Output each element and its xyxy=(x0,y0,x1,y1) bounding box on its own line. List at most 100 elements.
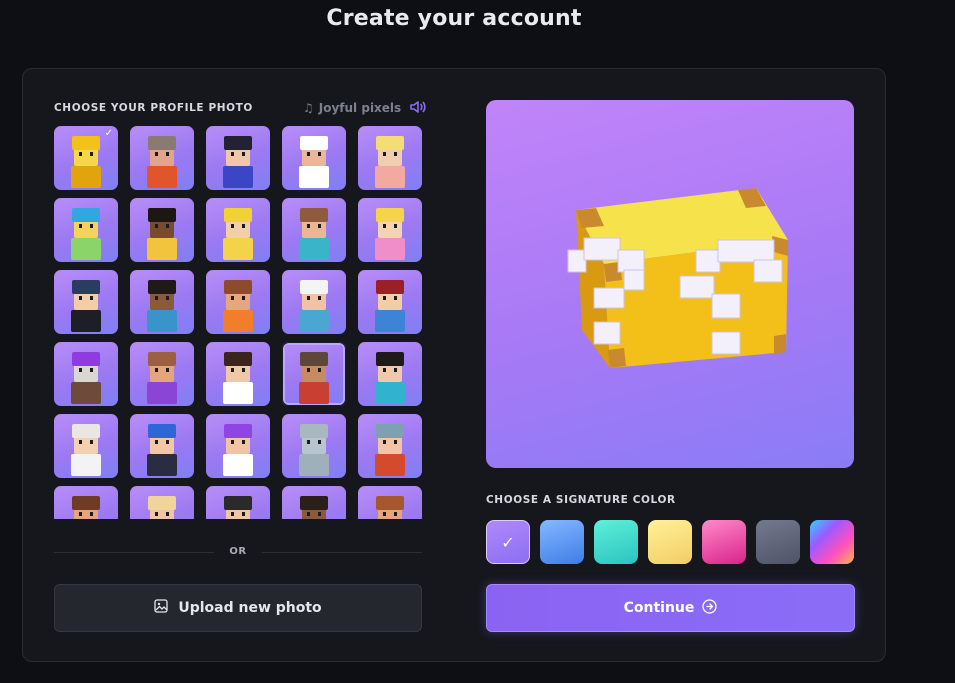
avatar-eye xyxy=(383,224,386,228)
swatch-pink[interactable] xyxy=(702,520,746,564)
avatar-eye xyxy=(79,224,82,228)
avatar-body xyxy=(223,382,253,404)
avatar-body xyxy=(71,238,101,260)
avatar-eye xyxy=(155,368,158,372)
avatar-chef[interactable] xyxy=(282,126,346,190)
avatar-princess[interactable] xyxy=(358,198,422,262)
avatar-body xyxy=(147,166,177,188)
swatch-blue[interactable] xyxy=(540,520,584,564)
avatar-body xyxy=(71,310,101,332)
avatar-partial-1[interactable] xyxy=(54,486,118,519)
avatar-eye xyxy=(231,224,234,228)
avatar-brown-bob[interactable] xyxy=(206,270,270,334)
avatar-eye xyxy=(307,368,310,372)
avatar-hair xyxy=(376,352,404,366)
avatar-eye xyxy=(394,440,397,444)
avatar-eye xyxy=(307,224,310,228)
avatar-eye xyxy=(90,512,93,516)
avatar-purple-mohawk[interactable] xyxy=(54,342,118,406)
avatar-purple-ponytail[interactable] xyxy=(206,414,270,478)
avatar-eye xyxy=(166,224,169,228)
avatar-eye xyxy=(318,152,321,156)
avatar-eye xyxy=(242,296,245,300)
avatar-blue-wizard[interactable] xyxy=(130,414,194,478)
avatar-blonde-yellow[interactable] xyxy=(206,198,270,262)
avatar-hair xyxy=(72,136,100,150)
avatar-partial-2[interactable] xyxy=(282,486,346,519)
avatar-eye xyxy=(155,440,158,444)
avatar-goggles[interactable] xyxy=(282,198,346,262)
avatar-eye xyxy=(307,440,310,444)
avatar-hair xyxy=(376,136,404,150)
avatar-curly-dark[interactable] xyxy=(130,198,194,262)
avatar-blonde-bun[interactable] xyxy=(358,126,422,190)
avatar-dark-hair-blue[interactable] xyxy=(206,126,270,190)
avatar-dark-teal[interactable] xyxy=(358,342,422,406)
avatar-eye xyxy=(79,152,82,156)
avatar-eye xyxy=(155,512,158,516)
avatar-hair xyxy=(72,352,100,366)
avatar-body xyxy=(299,238,329,260)
swatch-violet[interactable]: ✓ xyxy=(486,520,530,564)
avatar-eye xyxy=(155,152,158,156)
avatar-eye xyxy=(394,296,397,300)
arrow-right-circle-icon xyxy=(702,598,718,618)
avatar-body xyxy=(223,310,253,332)
account-card: CHOOSE YOUR PROFILE PHOTO ♫ Joyful pixel… xyxy=(22,68,886,662)
avatar-eye xyxy=(231,296,234,300)
avatar-eye xyxy=(394,512,397,516)
avatar-body xyxy=(223,238,253,260)
avatar-white-cap[interactable] xyxy=(282,270,346,334)
avatar-body xyxy=(147,310,177,332)
avatar-grid: ✓ xyxy=(54,126,422,519)
avatar-eye xyxy=(318,368,321,372)
swatch-yellow[interactable] xyxy=(648,520,692,564)
avatar-buns[interactable] xyxy=(206,342,270,406)
avatar-eye xyxy=(90,440,93,444)
avatar-body xyxy=(375,166,405,188)
avatar-wizard-hat[interactable] xyxy=(54,270,118,334)
avatar-body xyxy=(375,310,405,332)
avatar-eye xyxy=(79,296,82,300)
avatar-eye xyxy=(166,440,169,444)
avatar-hover-bearded[interactable] xyxy=(282,342,346,406)
avatar-checkered[interactable] xyxy=(206,486,270,519)
avatar-red-cap[interactable] xyxy=(358,270,422,334)
avatar-eye xyxy=(166,296,169,300)
music-toggle[interactable]: ♫ Joyful pixels xyxy=(303,99,427,117)
avatar-bald-glasses[interactable] xyxy=(130,126,194,190)
avatar-straw-hat[interactable] xyxy=(130,486,194,519)
avatar-body xyxy=(375,238,405,260)
avatar-robot[interactable] xyxy=(282,414,346,478)
avatar-knight[interactable] xyxy=(358,414,422,478)
avatar-partial-3[interactable] xyxy=(358,486,422,519)
avatar-hair xyxy=(300,352,328,366)
continue-button[interactable]: Continue xyxy=(486,584,855,632)
avatar-hair xyxy=(300,208,328,222)
avatar-short-dark[interactable] xyxy=(130,270,194,334)
swatch-slate[interactable] xyxy=(756,520,800,564)
avatar-eye xyxy=(90,152,93,156)
avatar-bearded[interactable] xyxy=(130,342,194,406)
avatar-blue-hair[interactable] xyxy=(54,198,118,262)
avatar-eye xyxy=(394,224,397,228)
avatar-lucky-block[interactable]: ✓ xyxy=(54,126,118,190)
upload-photo-button[interactable]: Upload new photo xyxy=(54,584,422,632)
avatar-hair xyxy=(72,424,100,438)
avatar-hair xyxy=(72,496,100,510)
avatar-body xyxy=(299,166,329,188)
avatar-grid-scroll[interactable]: ✓ xyxy=(54,126,422,519)
checkmark-icon: ✓ xyxy=(501,532,515,552)
avatar-eye xyxy=(231,368,234,372)
avatar-body xyxy=(223,166,253,188)
speaker-icon[interactable] xyxy=(410,100,427,117)
profile-preview xyxy=(486,100,854,468)
avatar-eye xyxy=(231,440,234,444)
avatar-astronaut[interactable] xyxy=(54,414,118,478)
avatar-body xyxy=(71,382,101,404)
avatar-hair xyxy=(72,280,100,294)
swatch-teal[interactable] xyxy=(594,520,638,564)
swatch-rainbow[interactable] xyxy=(810,520,854,564)
avatar-eye xyxy=(394,368,397,372)
avatar-body xyxy=(299,454,329,476)
